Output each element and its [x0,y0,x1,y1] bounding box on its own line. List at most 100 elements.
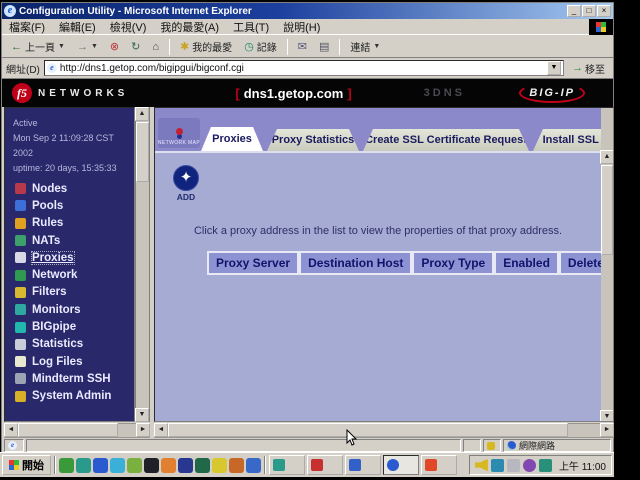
sidebar-item-nats[interactable]: NATs [15,232,111,249]
scroll-down-icon[interactable]: ▼ [600,410,614,422]
app-3-icon[interactable] [178,458,193,473]
print-button[interactable]: ▤ [314,39,334,55]
main-vscroll-thumb[interactable] [601,165,613,255]
stop-button[interactable]: ⊗ [105,39,124,55]
history-button[interactable]: ◷ 記錄 [239,37,282,56]
menu-edit[interactable]: 編輯(E) [52,19,103,35]
main-hscrollbar[interactable]: ◄ ► [154,423,614,438]
word-icon[interactable] [161,458,176,473]
menu-tools[interactable]: 工具(T) [226,19,276,35]
taskbar-task-button-3[interactable] [345,455,381,475]
sidebar-item-rules[interactable]: Rules [15,215,111,232]
bigpipe-icon [15,322,26,333]
antivirus-icon[interactable] [539,459,552,472]
scroll-left-icon[interactable]: ◄ [154,423,168,437]
maximize-button[interactable]: □ [582,5,596,17]
media-icon[interactable] [127,458,142,473]
sidebar-item-monitors[interactable]: Monitors [15,301,111,318]
sidebar-item-bigpipe[interactable]: BIGpipe [15,318,111,335]
volume-icon[interactable] [475,459,488,472]
scroll-left-icon[interactable]: ◄ [4,423,18,437]
browser-icon[interactable] [246,458,261,473]
monitors-icon [15,304,26,315]
sidebar-hscrollbar[interactable]: ◄ ► [4,423,150,438]
go-arrow-icon: → [572,62,583,74]
links-dropdown-icon[interactable]: ▼ [373,43,380,50]
sidebar-item-pools[interactable]: Pools [15,197,111,214]
explorer-icon[interactable] [195,458,210,473]
network-map-button[interactable]: NETWORK MAP [158,118,200,148]
address-dropdown-icon[interactable]: ▼ [547,61,561,75]
scroll-right-icon[interactable]: ► [600,423,614,437]
start-button[interactable]: 開始 [2,455,51,475]
home-button[interactable]: ⌂ [147,39,164,55]
links-button[interactable]: 連結 ▼ [345,37,385,56]
display-icon[interactable] [491,459,504,472]
refresh-button[interactable]: ↻ [126,39,145,55]
sidebar-item-system-admin[interactable]: System Admin [15,388,111,405]
task-buttons [269,455,457,475]
sidebar-item-statistics[interactable]: Statistics [15,336,111,353]
sidebar-item-nodes[interactable]: Nodes [15,180,111,197]
tab-proxy-statistics[interactable]: Proxy Statistics [267,129,359,151]
col-proxy-server: Proxy Server [207,251,299,275]
app-2-icon[interactable] [76,458,91,473]
taskbar-task-button-active[interactable] [383,455,419,475]
clock: 上午 11:00 [555,458,606,473]
sidebar-item-log-files[interactable]: Log Files [15,353,111,370]
console-icon[interactable] [144,458,159,473]
toolbar-separator [287,39,288,55]
go-button[interactable]: → 移至 [568,61,609,76]
rules-icon [15,218,26,229]
minimize-button[interactable]: _ [567,5,581,17]
acrobat-icon[interactable] [229,458,244,473]
monitor-icon[interactable] [507,459,520,472]
app-1-icon[interactable] [59,458,74,473]
taskbar-task-button-2[interactable] [307,455,343,475]
sidebar-hscroll-thumb[interactable] [18,423,118,437]
favorites-button[interactable]: ✱ 我的最愛 [175,37,237,56]
main-vscrollbar[interactable]: ▲ ▼ [601,151,614,422]
notes-icon[interactable] [212,458,227,473]
scroll-up-icon[interactable]: ▲ [600,150,614,164]
sidebar-vscrollbar[interactable]: ▲ ▼ [135,107,150,422]
menu-favorites[interactable]: 我的最愛(A) [153,19,226,35]
mail-button[interactable]: ✉ [293,39,312,55]
forward-button[interactable]: → ▼ [72,39,103,55]
mail-icon[interactable] [110,458,125,473]
scheduler-icon[interactable] [523,459,536,472]
ie-icon[interactable] [93,458,108,473]
add-proxy-button[interactable]: ✦ [173,165,199,191]
sidebar-item-filters[interactable]: Filters [15,284,111,301]
sidebar-vscroll-thumb[interactable] [136,122,149,182]
back-dropdown-icon[interactable]: ▼ [58,43,65,50]
scroll-right-icon[interactable]: ► [136,423,150,437]
sidebar-item-proxies[interactable]: Proxies [15,249,111,266]
hostname-display: [ dns1.getop.com ] [235,86,351,101]
windows-logo-icon [589,19,613,35]
menu-help[interactable]: 說明(H) [276,19,327,35]
back-button[interactable]: ← 上一頁 ▼ [6,37,70,56]
main-hscroll-thumb[interactable] [168,423,568,437]
close-button[interactable]: × [597,5,611,17]
address-input[interactable] [60,63,544,74]
taskbar-task-button-4[interactable] [421,455,457,475]
toolbar-separator [339,39,340,55]
hostname: dns1.getop.com [244,86,344,101]
system-status: Active Mon Sep 2 11:09:28 CST 2002 uptim… [5,108,134,176]
tab-proxies[interactable]: Proxies [201,127,263,151]
document-icon: e [8,441,17,450]
sidebar-item-mindterm-ssh[interactable]: Mindterm SSH [15,370,111,387]
scroll-up-icon[interactable]: ▲ [135,107,149,121]
taskbar-separator [54,456,56,474]
favorites-icon: ✱ [180,41,189,53]
instruction-text: Click a proxy address in the list to vie… [155,225,601,237]
menu-view[interactable]: 檢視(V) [103,19,154,35]
sidebar-item-network[interactable]: Network [15,266,111,283]
mouse-cursor-icon [346,429,358,447]
menu-file[interactable]: 檔案(F) [2,19,52,35]
scroll-down-icon[interactable]: ▼ [135,408,149,422]
tab-create-ssl-certificate-request[interactable]: Create SSL Certificate Request [363,129,529,151]
taskbar-task-button-1[interactable] [269,455,305,475]
forward-dropdown-icon[interactable]: ▼ [91,43,98,50]
